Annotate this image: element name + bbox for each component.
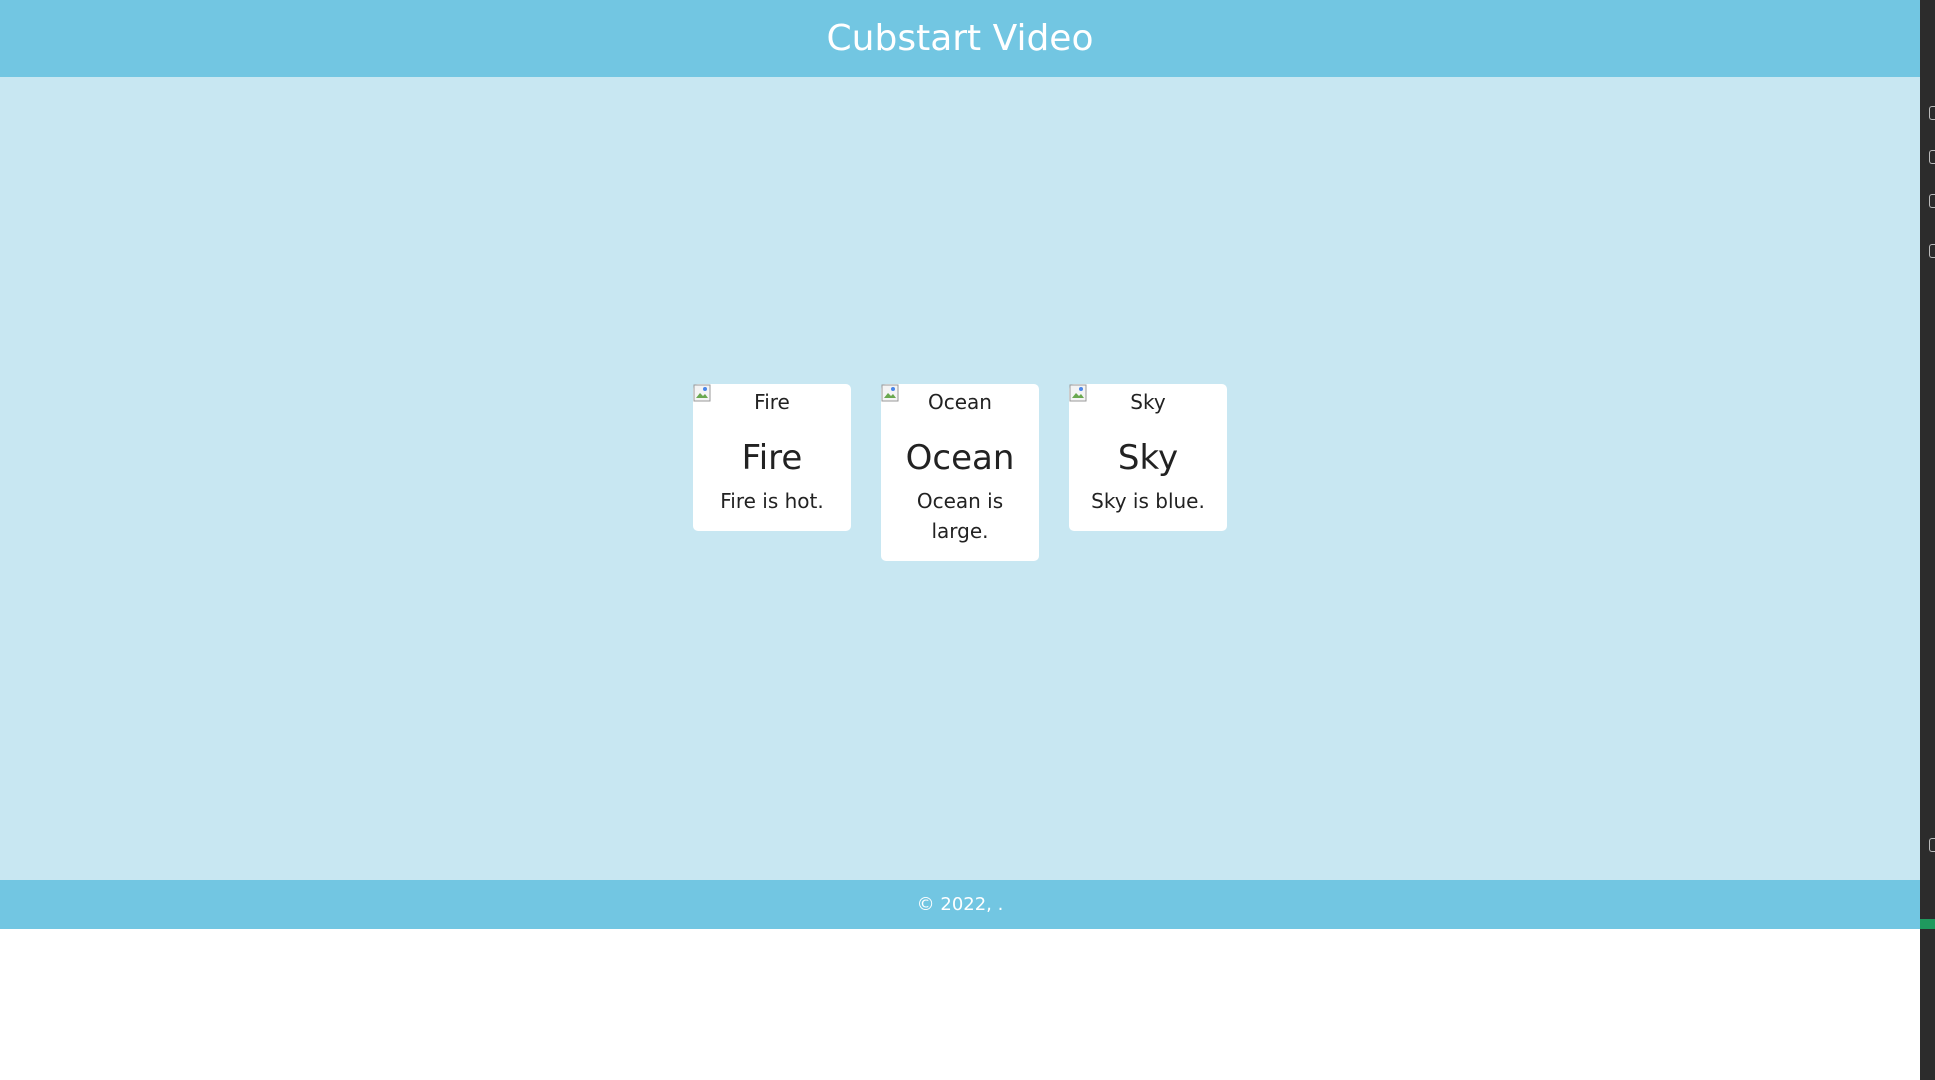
card-image: Ocean — [881, 384, 1039, 414]
card-sky[interactable]: Sky Sky Sky is blue. — [1069, 384, 1227, 531]
site-header: Cubstart Video — [0, 0, 1920, 77]
site-title: Cubstart Video — [826, 18, 1094, 59]
broken-image-icon — [881, 384, 899, 402]
card-list: Fire Fire Fire is hot. Ocean Ocean Ocean… — [0, 384, 1920, 561]
card-description: Ocean is large. — [916, 489, 1004, 543]
broken-image-icon — [693, 384, 711, 402]
card-ocean[interactable]: Ocean Ocean Ocean is large. — [881, 384, 1039, 561]
panel-marker — [1929, 838, 1935, 852]
card-image: Fire — [693, 384, 851, 414]
panel-marker — [1929, 244, 1935, 258]
panel-marker — [1929, 194, 1935, 208]
panel-marker — [1929, 106, 1935, 120]
card-description: Fire is hot. — [720, 489, 824, 513]
card-title: Ocean — [905, 438, 1015, 478]
panel-marker — [1929, 150, 1935, 164]
page: Cubstart Video Fire Fire Fire is hot. Oc… — [0, 0, 1920, 929]
card-image-alt: Ocean — [928, 390, 992, 414]
card-image-alt: Sky — [1130, 390, 1166, 414]
main-content: Fire Fire Fire is hot. Ocean Ocean Ocean… — [0, 77, 1920, 880]
card-description: Sky is blue. — [1091, 489, 1205, 513]
footer-copyright: © 2022, . — [916, 894, 1004, 915]
card-title: Fire — [741, 438, 803, 478]
card-image: Sky — [1069, 384, 1227, 414]
card-image-alt: Fire — [754, 390, 790, 414]
card-title: Sky — [1117, 438, 1179, 478]
card-fire[interactable]: Fire Fire Fire is hot. — [693, 384, 851, 531]
broken-image-icon — [1069, 384, 1087, 402]
site-footer: © 2022, . — [0, 880, 1920, 929]
status-indicator — [1920, 919, 1935, 929]
